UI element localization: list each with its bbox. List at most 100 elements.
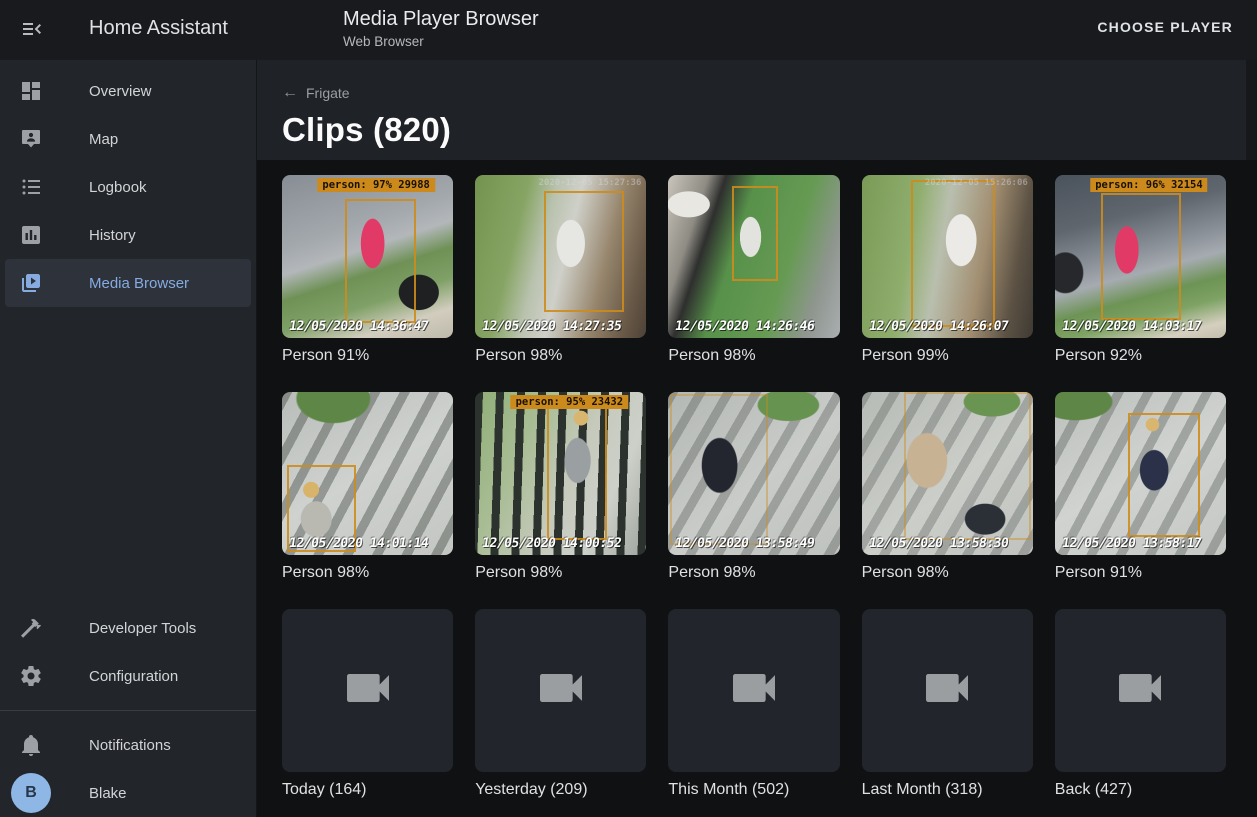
- detection-label: person: 95% 23432: [511, 395, 628, 409]
- sidebar-item-history[interactable]: History: [0, 211, 256, 259]
- clip-timestamp: 12/05/2020 14:03:17: [1061, 319, 1202, 334]
- clip-timestamp: 12/05/2020 14:00:52: [481, 536, 622, 551]
- detection-box: [1101, 193, 1181, 320]
- sidebar: Overview Map Logbook: [0, 60, 257, 817]
- folder-label: Today (164): [282, 781, 453, 799]
- clip-thumbnail: 2020-12-05 15:27:36 12/05/2020 14:27:35: [475, 175, 646, 338]
- sidebar-item-overview[interactable]: Overview: [0, 67, 256, 115]
- sidebar-item-label: History: [89, 227, 136, 244]
- clip-card[interactable]: 12/05/2020 14:01:14 Person 98%: [282, 392, 453, 582]
- media-browser-content: ← Frigate Clips (820) person: 97% 29988 …: [257, 60, 1257, 817]
- content-title: Clips (820): [282, 111, 1257, 149]
- folder-label: Last Month (318): [862, 781, 1033, 799]
- detection-box: [544, 191, 624, 312]
- play-box-multiple-icon: [19, 271, 43, 295]
- clip-label: Person 98%: [862, 564, 1033, 582]
- bell-icon: [19, 733, 43, 757]
- clip-card[interactable]: 12/05/2020 14:26:46 Person 98%: [668, 175, 839, 365]
- clip-label: Person 98%: [282, 564, 453, 582]
- scrollbar[interactable]: [1246, 60, 1257, 160]
- clip-card[interactable]: person: 96% 32154 12/05/2020 14:03:17 Pe…: [1055, 175, 1226, 365]
- video-camera-icon: [1112, 660, 1168, 721]
- detection-box: [904, 392, 1031, 540]
- folder-card-back[interactable]: Back (427): [1055, 609, 1226, 799]
- folder-card-this-month[interactable]: This Month (502): [668, 609, 839, 799]
- clip-label: Person 98%: [668, 347, 839, 365]
- clip-label: Person 92%: [1055, 347, 1226, 365]
- folder-thumbnail: [1055, 609, 1226, 772]
- sidebar-item-label: Notifications: [89, 737, 171, 754]
- clip-card[interactable]: 12/05/2020 13:58:30 Person 98%: [862, 392, 1033, 582]
- detection-box: [732, 186, 778, 281]
- clip-thumbnail: 12/05/2020 13:58:30: [862, 392, 1033, 555]
- detection-box: [670, 394, 768, 546]
- video-camera-icon: [919, 660, 975, 721]
- detection-box: [345, 199, 415, 323]
- sidebar-divider: [0, 710, 256, 711]
- clip-timestamp: 12/05/2020 14:36:47: [288, 319, 429, 334]
- clip-timestamp: 12/05/2020 13:58:30: [868, 536, 1009, 551]
- video-camera-icon: [340, 660, 396, 721]
- sidebar-item-label: Map: [89, 131, 118, 148]
- folder-card-today[interactable]: Today (164): [282, 609, 453, 799]
- clip-label: Person 99%: [862, 347, 1033, 365]
- menu-open-icon: [20, 17, 44, 44]
- dashboard-icon: [19, 79, 43, 103]
- sidebar-item-label: Configuration: [89, 668, 178, 685]
- video-camera-icon: [726, 660, 782, 721]
- sidebar-item-label: Developer Tools: [89, 620, 196, 637]
- clip-card[interactable]: 12/05/2020 13:58:17 Person 91%: [1055, 392, 1226, 582]
- clips-grid: person: 97% 29988 12/05/2020 14:36:47 Pe…: [257, 160, 1257, 817]
- clip-card[interactable]: person: 97% 29988 12/05/2020 14:36:47 Pe…: [282, 175, 453, 365]
- clip-card[interactable]: 2020-12-05 15:26:06 12/05/2020 14:26:07 …: [862, 175, 1033, 365]
- folder-label: This Month (502): [668, 781, 839, 799]
- video-camera-icon: [533, 660, 589, 721]
- sidebar-item-configuration[interactable]: Configuration: [0, 652, 256, 700]
- clip-thumbnail: 2020-12-05 15:26:06 12/05/2020 14:26:07: [862, 175, 1033, 338]
- sidebar-item-notifications[interactable]: Notifications: [0, 721, 256, 769]
- clip-thumbnail: person: 97% 29988 12/05/2020 14:36:47: [282, 175, 453, 338]
- sidebar-item-profile[interactable]: B Blake: [0, 769, 256, 817]
- page-title-block: Media Player Browser Web Browser: [343, 8, 539, 49]
- clip-thumbnail: 12/05/2020 13:58:49: [668, 392, 839, 555]
- clip-thumbnail: 12/05/2020 14:01:14: [282, 392, 453, 555]
- map-account-icon: [19, 127, 43, 151]
- folder-thumbnail: [668, 609, 839, 772]
- camera-timestamp: 2020-12-05 15:26:06: [925, 178, 1028, 188]
- breadcrumb-label: Frigate: [306, 85, 350, 101]
- folder-label: Yesterday (209): [475, 781, 646, 799]
- detection-label: person: 96% 32154: [1090, 178, 1207, 192]
- clip-card[interactable]: person: 95% 23432 12/05/2020 14:00:52 Pe…: [475, 392, 646, 582]
- sidebar-item-logbook[interactable]: Logbook: [0, 163, 256, 211]
- clip-thumbnail: 12/05/2020 13:58:17: [1055, 392, 1226, 555]
- sidebar-toggle-button[interactable]: [16, 14, 48, 46]
- sidebar-item-label: Overview: [89, 83, 152, 100]
- clip-label: Person 91%: [282, 347, 453, 365]
- breadcrumb[interactable]: ← Frigate: [282, 85, 350, 101]
- back-arrow-icon: ←: [282, 85, 298, 101]
- clip-timestamp: 12/05/2020 14:27:35: [481, 319, 622, 334]
- sidebar-item-media-browser[interactable]: Media Browser: [5, 259, 251, 307]
- clip-label: Person 91%: [1055, 564, 1226, 582]
- choose-player-button[interactable]: CHOOSE PLAYER: [1097, 19, 1233, 35]
- folder-card-yesterday[interactable]: Yesterday (209): [475, 609, 646, 799]
- clip-card[interactable]: 12/05/2020 13:58:49 Person 98%: [668, 392, 839, 582]
- avatar: B: [11, 773, 51, 813]
- clip-timestamp: 12/05/2020 14:26:07: [868, 319, 1009, 334]
- top-app-bar: Home Assistant Media Player Browser Web …: [0, 0, 1257, 60]
- folder-card-last-month[interactable]: Last Month (318): [862, 609, 1033, 799]
- clip-timestamp: 12/05/2020 13:58:17: [1061, 536, 1202, 551]
- sidebar-item-developer-tools[interactable]: Developer Tools: [0, 604, 256, 652]
- folder-label: Back (427): [1055, 781, 1226, 799]
- page-subtitle: Web Browser: [343, 34, 539, 49]
- clip-thumbnail: person: 96% 32154 12/05/2020 14:03:17: [1055, 175, 1226, 338]
- clip-card[interactable]: 2020-12-05 15:27:36 12/05/2020 14:27:35 …: [475, 175, 646, 365]
- hammer-icon: [19, 616, 43, 640]
- sidebar-item-map[interactable]: Map: [0, 115, 256, 163]
- folder-thumbnail: [475, 609, 646, 772]
- app-title: Home Assistant: [89, 17, 228, 40]
- detection-box: [911, 180, 995, 327]
- clip-timestamp: 12/05/2020 13:58:49: [674, 536, 815, 551]
- user-name: Blake: [89, 785, 127, 802]
- detection-box: [547, 407, 607, 541]
